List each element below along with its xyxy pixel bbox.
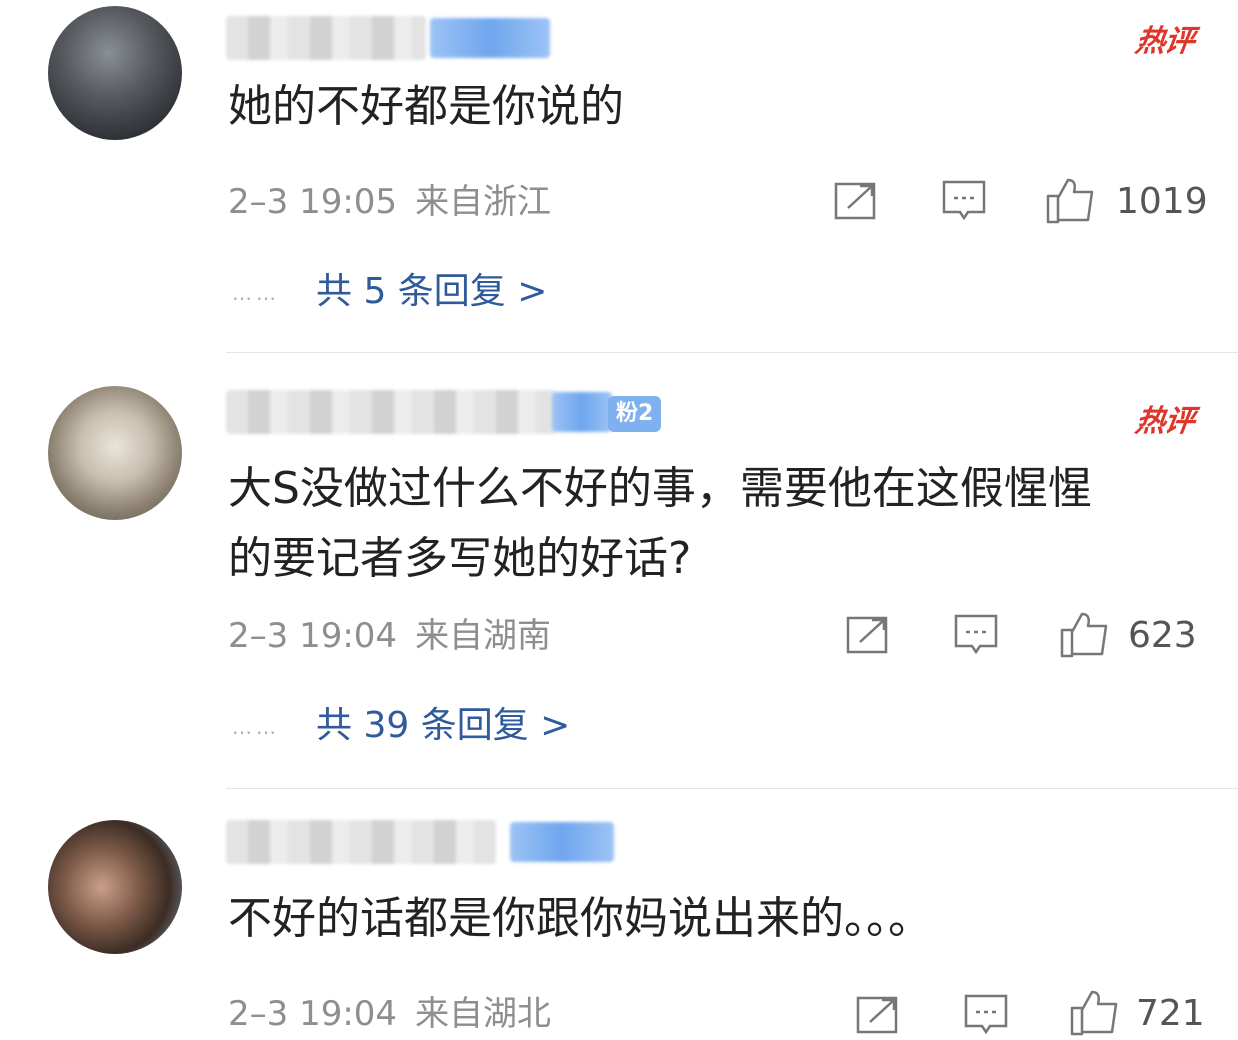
like-button[interactable] — [1046, 176, 1096, 228]
comment-time: 2–3 19:04 — [228, 616, 398, 656]
avatar[interactable] — [48, 6, 182, 140]
comment-icon — [954, 614, 998, 655]
comment-text: 不好的话都是你跟你妈说出来的。。。 — [228, 893, 932, 944]
comment-text: 她的不好都是你说的 — [228, 81, 624, 132]
comment-item: 热评 她的不好都是你说的 2–3 19:05 来自浙江 1019 …… 共 5 条回… — [0, 0, 1238, 340]
comment-meta: 2–3 19:04 来自湖北 — [228, 994, 551, 1034]
comment-icon — [964, 994, 1008, 1035]
divider — [226, 788, 1238, 789]
share-button[interactable] — [834, 180, 878, 224]
thumbs-up-icon — [1060, 612, 1108, 658]
avatar[interactable] — [48, 386, 182, 520]
comment-button[interactable] — [964, 994, 1008, 1040]
comment-location: 来自浙江 — [415, 182, 552, 222]
hot-comment-badge: 热评 — [1133, 404, 1196, 439]
divider — [226, 352, 1238, 353]
share-icon — [856, 996, 898, 1034]
like-button[interactable] — [1060, 610, 1110, 662]
share-icon — [834, 182, 876, 220]
replies-link[interactable]: …… 共 5 条回复 > — [232, 270, 547, 315]
username-badge-blurred — [552, 392, 612, 432]
username-badge-blurred — [510, 822, 614, 862]
share-icon — [846, 616, 888, 654]
share-button[interactable] — [846, 614, 890, 658]
username-badge-blurred — [430, 18, 550, 58]
dots: …… — [232, 715, 280, 739]
like-button[interactable] — [1070, 988, 1120, 1040]
like-count: 721 — [1136, 993, 1205, 1034]
comment-button[interactable] — [942, 180, 986, 226]
fan-badge: 粉2 — [608, 396, 662, 432]
like-count: 623 — [1128, 615, 1197, 656]
comment-button[interactable] — [954, 614, 998, 660]
comment-location: 来自湖北 — [415, 994, 552, 1034]
replies-link[interactable]: …… 共 39 条回复 > — [232, 704, 570, 749]
comment-text: 大S没做过什么不好的事，需要他在这假惺惺 的要记者多写她的好话? — [228, 463, 1092, 584]
username-blurred[interactable] — [226, 16, 426, 60]
username-blurred[interactable] — [226, 390, 556, 434]
hot-comment-badge: 热评 — [1133, 24, 1196, 59]
comment-meta: 2–3 19:04 来自湖南 — [228, 616, 551, 656]
comment-item: 不好的话都是你跟你妈说出来的。。。 2–3 19:04 来自湖北 721 — [0, 800, 1238, 1036]
share-button[interactable] — [856, 994, 900, 1038]
avatar[interactable] — [48, 820, 182, 954]
dots: …… — [232, 281, 280, 305]
thumbs-up-icon — [1046, 178, 1094, 224]
comment-meta: 2–3 19:05 来自浙江 — [228, 182, 551, 222]
comment-time: 2–3 19:04 — [228, 994, 398, 1034]
username-blurred[interactable] — [226, 820, 496, 864]
replies-label: 共 39 条回复 > — [316, 705, 571, 746]
comment-time: 2–3 19:05 — [228, 182, 398, 222]
thumbs-up-icon — [1070, 990, 1118, 1036]
comment-icon — [942, 180, 986, 221]
comment-item: 粉2 热评 大S没做过什么不好的事，需要他在这假惺惺 的要记者多写她的好话? 2… — [0, 370, 1238, 790]
replies-label: 共 5 条回复 > — [316, 271, 548, 312]
like-count: 1019 — [1116, 181, 1208, 222]
comment-location: 来自湖南 — [415, 616, 552, 656]
